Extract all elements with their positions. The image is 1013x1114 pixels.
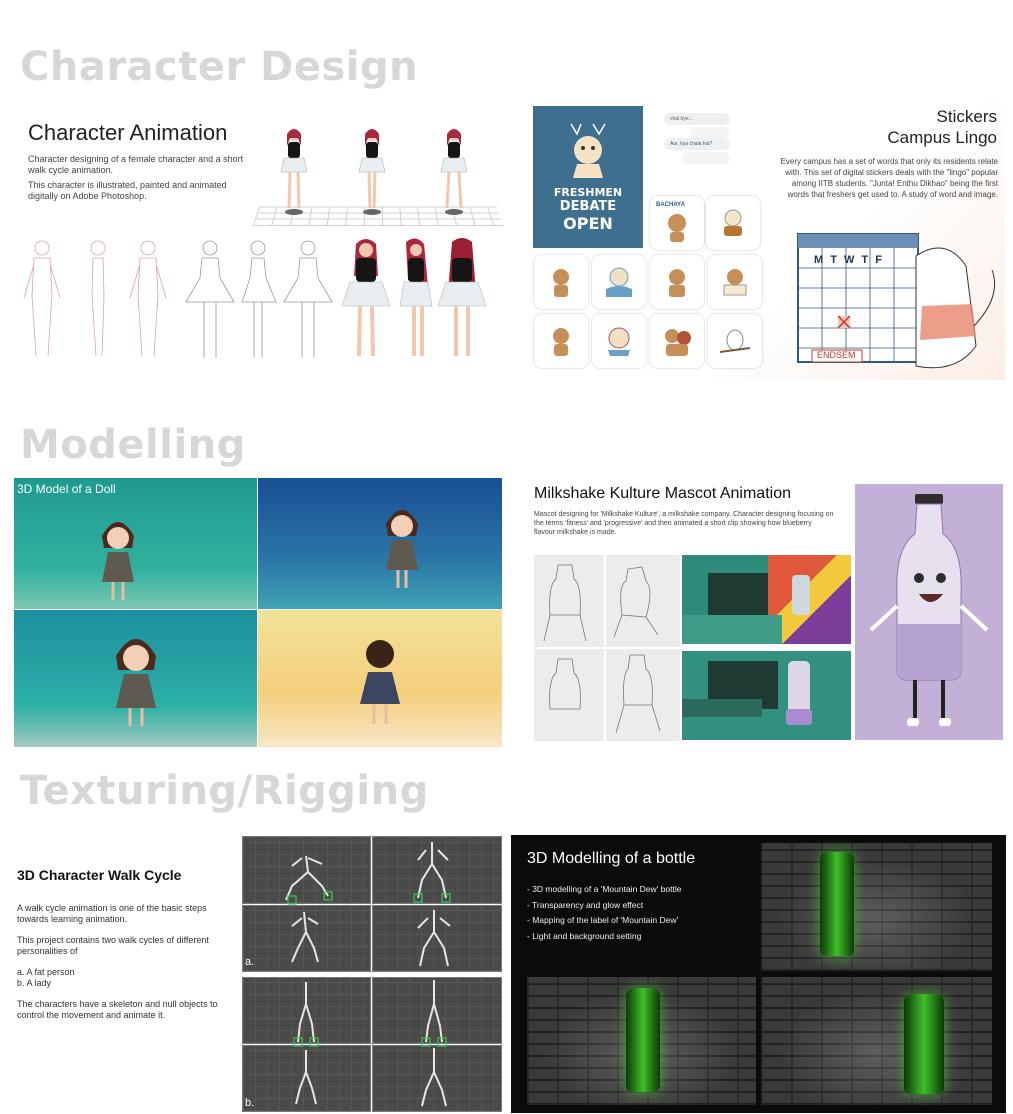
walk-cycle-item-b: b. A lady — [17, 978, 51, 988]
monkey-sticker-icon — [660, 265, 694, 299]
bird-sticker-icon — [718, 324, 752, 358]
milkshake-description: Mascot designing for 'Milkshake Kulture'… — [534, 510, 834, 537]
poster-line-1: FRESHMEN — [533, 186, 643, 199]
monkey-sticker-icon — [660, 210, 694, 244]
section-heading-character-design: Character Design — [20, 47, 418, 87]
walk-cycle-desc-1: A walk cycle animation is one of the bas… — [17, 903, 237, 925]
sticker-tile — [650, 255, 704, 309]
mascot-bottle-icon — [863, 494, 995, 730]
walk-cycle-desc-2: This project contains two walk cycles of… — [17, 935, 237, 957]
walk-frame-1 — [278, 126, 310, 216]
bottle-feature-item: - Mapping of the label of 'Mountain Dew' — [527, 913, 757, 929]
stickers-description: Every campus has a set of words that onl… — [776, 156, 998, 200]
walk-frame-3 — [438, 126, 470, 216]
cow-sticker-icon — [602, 265, 636, 299]
turnaround-sketch-row — [20, 236, 490, 366]
doll-figure-front — [98, 514, 138, 604]
character-animation-desc-1: Character designing of a female characte… — [28, 154, 248, 176]
doll-figure-side — [382, 502, 422, 592]
character-animation-desc-2: This character is illustrated, painted a… — [28, 180, 248, 202]
bottle-title: 3D Modelling of a bottle — [527, 850, 695, 868]
skeleton-rigs — [242, 836, 502, 1112]
walk-cycle-desc-3: a. A fat person b. A lady — [17, 967, 237, 989]
sticker-tile — [592, 255, 646, 309]
sticker-tile — [708, 255, 762, 309]
stickers-title-line-2: Campus Lingo — [887, 127, 997, 148]
stickers-title: Stickers Campus Lingo — [887, 106, 997, 148]
walk-cycle-title: 3D Character Walk Cycle — [17, 867, 181, 883]
monkey-sticker-icon — [544, 324, 578, 358]
doll-figure-closeup — [112, 630, 160, 730]
poster-line-3: OPEN — [533, 214, 643, 233]
character-animation-title: Character Animation — [28, 120, 227, 146]
sketch-bottle-drawings — [534, 555, 680, 741]
cow-sticker-icon — [602, 324, 636, 358]
mountain-dew-bottle-3 — [904, 994, 944, 1094]
walk-cycle-desc-4: The characters have a skeleton and null … — [17, 999, 237, 1021]
calendar-days: M T W T F — [814, 254, 884, 266]
monkey-sticker-icon — [544, 265, 578, 299]
bottle-feature-item: - 3D modelling of a 'Mountain Dew' bottl… — [527, 882, 757, 898]
debate-poster: FRESHMEN DEBATE OPEN — [533, 106, 643, 248]
section-heading-modelling: Modelling — [20, 425, 246, 465]
walk-cycle-description: A walk cycle animation is one of the bas… — [17, 903, 237, 1031]
mascot-illustration — [563, 120, 613, 180]
milkshake-title: Milkshake Kulture Mascot Animation — [534, 485, 791, 503]
doll-figure-back — [358, 632, 402, 728]
sticker-tile — [650, 314, 704, 368]
sticker-label: BACHAYA — [656, 202, 685, 208]
chat-bubble-3: Aur, kya chala hai? — [664, 138, 730, 150]
sticker-tile — [708, 314, 762, 368]
sticker-tile: BACHAYA — [650, 196, 704, 250]
bottle-feature-list: - 3D modelling of a 'Mountain Dew' bottl… — [527, 882, 757, 944]
walk-cycle-item-a: a. A fat person — [17, 967, 75, 977]
mascot-bottle-panel — [855, 484, 1003, 740]
bottle-feature-item: - Light and background setting — [527, 929, 757, 945]
mountain-dew-bottle-1 — [820, 852, 854, 956]
doll-title: 3D Model of a Doll — [17, 482, 116, 496]
bottle-render-1 — [761, 843, 992, 971]
sticker-tile — [534, 255, 588, 309]
section-heading-texturing: Texturing/Rigging — [20, 771, 429, 811]
walk-frame-2 — [356, 126, 388, 216]
doll-render-2 — [258, 478, 502, 609]
sticker-tile — [706, 196, 760, 250]
stickers-title-line-1: Stickers — [887, 106, 997, 127]
monkey-sticker-icon — [718, 265, 752, 299]
character-animation-description: Character designing of a female characte… — [28, 154, 248, 206]
sticker-tile — [592, 314, 646, 368]
bottle-feature-item: - Transparency and glow effect — [527, 898, 757, 914]
guitar-sticker-icon — [716, 206, 750, 240]
mountain-dew-bottle-2 — [626, 988, 660, 1092]
monkey-sticker-icon — [660, 324, 694, 358]
milkshake-scene-2 — [682, 651, 851, 740]
sticker-tile — [534, 314, 588, 368]
poster-line-2: DEBATE — [533, 199, 643, 214]
milkshake-scene-1 — [682, 555, 851, 644]
chat-bubble-1: chal bye... — [664, 113, 730, 125]
calendar-label: ENDSEM — [817, 350, 856, 360]
chat-bubble-4 — [682, 152, 730, 164]
bottle-render-3 — [761, 977, 992, 1105]
